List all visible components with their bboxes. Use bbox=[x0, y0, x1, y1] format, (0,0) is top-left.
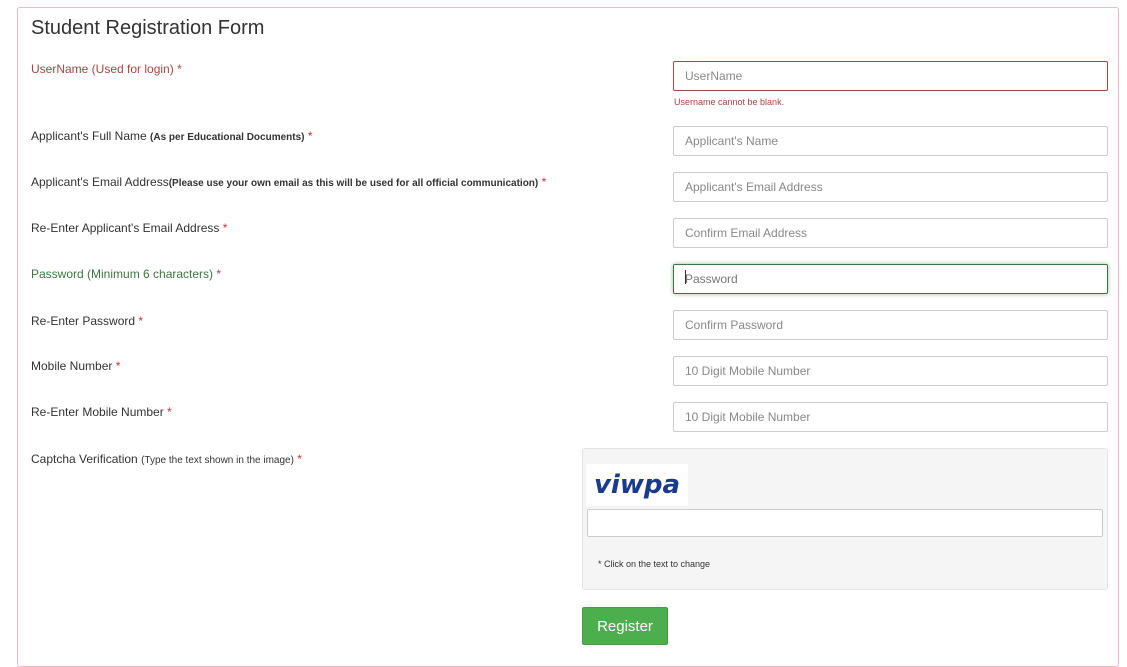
required-marker: * bbox=[222, 221, 228, 235]
confirm-email-label: Re-Enter Applicant's Email Address * bbox=[31, 221, 227, 235]
form-title: Student Registration Form bbox=[31, 17, 265, 39]
required-marker: * bbox=[167, 405, 172, 419]
required-marker: * bbox=[307, 129, 313, 143]
captcha-panel: viwpa * Click on the text to change bbox=[582, 448, 1108, 590]
confirm-mobile-input[interactable] bbox=[673, 402, 1108, 432]
mobile-label: Mobile Number * bbox=[31, 359, 120, 373]
full-name-input[interactable] bbox=[673, 126, 1108, 156]
username-input[interactable] bbox=[673, 61, 1108, 91]
confirm-mobile-label: Re-Enter Mobile Number * bbox=[31, 405, 172, 419]
email-label-text: Applicant's Email Address bbox=[31, 175, 169, 189]
captcha-image-text: viwpa bbox=[593, 470, 681, 500]
mobile-input[interactable] bbox=[673, 356, 1108, 386]
confirm-email-label-text: Re-Enter Applicant's Email Address bbox=[31, 221, 220, 235]
confirm-password-label-text: Re-Enter Password bbox=[31, 314, 136, 328]
captcha-input[interactable] bbox=[587, 509, 1103, 537]
email-label: Applicant's Email Address(Please use you… bbox=[31, 175, 546, 189]
text-cursor bbox=[685, 270, 686, 284]
confirm-password-label: Re-Enter Password * bbox=[31, 314, 143, 328]
required-marker: * bbox=[177, 62, 182, 76]
required-marker: * bbox=[541, 175, 547, 189]
confirm-password-input[interactable] bbox=[673, 310, 1108, 340]
registration-panel: Student Registration Form UserName (Used… bbox=[17, 7, 1119, 667]
captcha-image[interactable]: viwpa bbox=[586, 464, 688, 506]
required-marker: * bbox=[115, 359, 121, 373]
username-error-message: Username cannot be blank. bbox=[674, 97, 785, 107]
required-marker: * bbox=[138, 314, 144, 328]
captcha-label: Captcha Verification (Type the text show… bbox=[31, 452, 302, 466]
register-button[interactable]: Register bbox=[582, 607, 668, 645]
captcha-hint: * Click on the text to change bbox=[598, 559, 711, 569]
required-marker: * bbox=[297, 452, 302, 466]
username-label-text: UserName (Used for login) bbox=[31, 62, 174, 76]
email-input[interactable] bbox=[673, 172, 1108, 202]
full-name-label-text: Applicant's Full Name bbox=[31, 129, 147, 143]
password-label-text: Password (Minimum 6 characters) bbox=[31, 267, 214, 281]
mobile-label-text: Mobile Number bbox=[31, 359, 113, 373]
full-name-label: Applicant's Full Name (As per Educationa… bbox=[31, 129, 313, 143]
required-marker: * bbox=[216, 267, 222, 281]
username-label: UserName (Used for login) * bbox=[31, 62, 182, 76]
captcha-note: (Type the text shown in the image) bbox=[141, 455, 294, 466]
confirm-email-input[interactable] bbox=[673, 218, 1108, 248]
full-name-note: (As per Educational Documents) bbox=[150, 132, 305, 143]
email-note: (Please use your own email as this will … bbox=[168, 178, 539, 189]
password-input[interactable] bbox=[673, 264, 1108, 294]
password-label: Password (Minimum 6 characters) * bbox=[31, 267, 221, 281]
confirm-mobile-label-text: Re-Enter Mobile Number bbox=[31, 405, 164, 419]
captcha-label-text: Captcha Verification bbox=[31, 452, 138, 466]
